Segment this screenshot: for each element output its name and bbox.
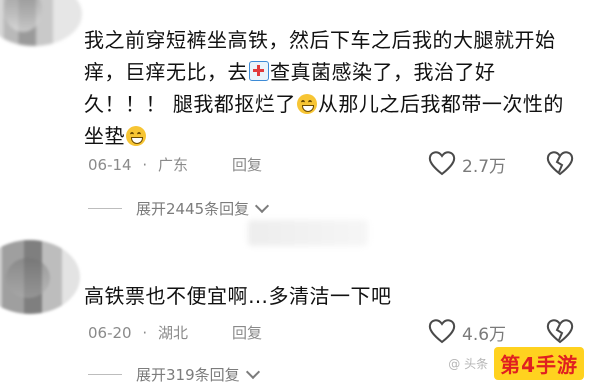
comment-line-part: 痒，巨痒无比，去 bbox=[84, 60, 248, 84]
hospital-emoji-icon bbox=[249, 61, 269, 81]
broken-heart-icon[interactable] bbox=[546, 318, 574, 344]
meta-separator: · bbox=[142, 156, 148, 174]
comment-line: 久！！！ 腿我都抠烂了 从那儿之后我都带一次性的 bbox=[84, 88, 564, 120]
watermark-source: @ 头条 bbox=[448, 357, 489, 371]
meta-separator: · bbox=[142, 324, 148, 342]
heart-icon[interactable] bbox=[428, 318, 456, 344]
reply-button[interactable]: 回复 bbox=[232, 154, 262, 175]
comment-text: 我之前穿短裤坐高铁，然后下车之后我的大腿就开始 痒，巨痒无比，去 查真菌感染了，我… bbox=[84, 24, 564, 152]
comment-line: 坐垫 bbox=[84, 120, 564, 152]
like-count: 4.6万 bbox=[462, 325, 507, 345]
avatar[interactable] bbox=[0, 240, 80, 314]
like-count: 2.7万 bbox=[462, 157, 507, 177]
watermark: @ 头条 第4手游 bbox=[448, 347, 584, 380]
expand-replies-label: 展开319条回复 bbox=[136, 366, 240, 384]
username-blurred[interactable] bbox=[248, 220, 368, 246]
comment-text: 高铁票也不便宜啊…多清洁一下吧 bbox=[84, 280, 392, 312]
divider bbox=[88, 374, 122, 375]
comment-line-part: 坐垫 bbox=[84, 124, 125, 148]
comment-location: 湖北 bbox=[157, 324, 188, 342]
grin-sweat-emoji-icon bbox=[126, 126, 146, 146]
comment-line: 痒，巨痒无比，去 查真菌感染了，我治了好 bbox=[84, 56, 564, 88]
expand-replies-label: 展开2445条回复 bbox=[136, 200, 250, 218]
comment-location: 广东 bbox=[157, 156, 188, 174]
grin-sweat-emoji-icon bbox=[296, 94, 317, 114]
chevron-down-icon bbox=[255, 198, 270, 214]
comment-line-part: 久！！！ 腿我都抠烂了 bbox=[84, 92, 296, 116]
comment-date: 06-14 bbox=[88, 156, 132, 174]
broken-heart-icon[interactable] bbox=[546, 150, 574, 176]
comment-line: 高铁票也不便宜啊…多清洁一下吧 bbox=[84, 284, 392, 308]
chevron-down-icon bbox=[245, 364, 260, 380]
comment-line: 我之前穿短裤坐高铁，然后下车之后我的大腿就开始 bbox=[84, 28, 556, 52]
reply-button[interactable]: 回复 bbox=[232, 322, 262, 343]
comment-date: 06-20 bbox=[88, 324, 132, 342]
expand-replies-button[interactable]: 展开2445条回复 bbox=[88, 198, 270, 219]
watermark-logo: 第4手游 bbox=[494, 347, 584, 380]
avatar[interactable] bbox=[0, 0, 82, 46]
comment-line-part: 从那儿之后我都带一次性的 bbox=[317, 92, 564, 116]
heart-icon[interactable] bbox=[428, 150, 456, 176]
divider bbox=[88, 208, 122, 209]
expand-replies-button[interactable]: 展开319条回复 bbox=[88, 364, 260, 385]
comment-meta: 06-20 · 湖北 bbox=[88, 322, 188, 343]
comment-line-part: 查真菌感染了，我治了好 bbox=[270, 60, 496, 84]
comment-meta: 06-14 · 广东 bbox=[88, 154, 188, 175]
